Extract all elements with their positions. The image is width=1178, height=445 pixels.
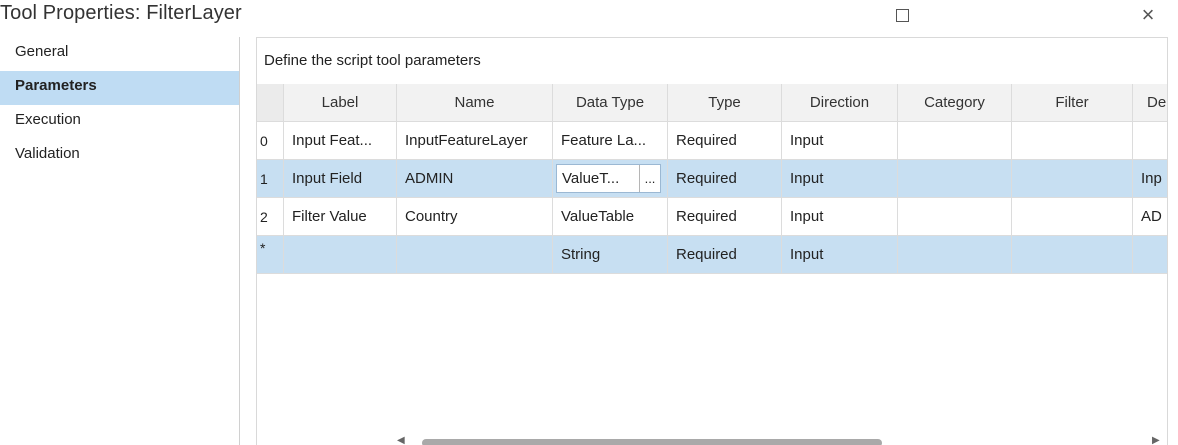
- scroll-left-icon[interactable]: ◀: [397, 435, 405, 445]
- cell-direction[interactable]: Input: [782, 122, 898, 159]
- sidebar-item-parameters[interactable]: Parameters: [0, 71, 239, 105]
- cell-data-type[interactable]: ValueT... ...: [553, 160, 668, 197]
- data-type-value: ValueT...: [562, 170, 620, 187]
- close-icon: ×: [1141, 2, 1155, 27]
- cell-data-type[interactable]: ValueTable: [553, 198, 668, 235]
- panel-description: Define the script tool parameters: [264, 52, 481, 69]
- maximize-icon: [895, 8, 909, 22]
- cell-label[interactable]: Input Feat...: [284, 122, 397, 159]
- cell-filter[interactable]: [1012, 122, 1133, 159]
- window-title: Tool Properties: FilterLayer: [0, 2, 242, 24]
- column-header-name[interactable]: Name: [397, 84, 553, 121]
- cell-name[interactable]: [397, 236, 553, 273]
- cell-filter[interactable]: [1012, 160, 1133, 197]
- table-row-new[interactable]: * String Required Input: [257, 236, 1167, 274]
- data-type-browse-button[interactable]: ...: [639, 165, 660, 192]
- sidebar-item-general[interactable]: General: [0, 37, 239, 71]
- data-type-editor[interactable]: ValueT... ...: [556, 164, 661, 193]
- cell-category[interactable]: [898, 122, 1012, 159]
- cell-direction[interactable]: Input: [782, 160, 898, 197]
- cell-name[interactable]: InputFeatureLayer: [397, 122, 553, 159]
- cell-category[interactable]: [898, 236, 1012, 273]
- cell-dependency[interactable]: Inp: [1133, 160, 1167, 197]
- sidebar-item-validation[interactable]: Validation: [0, 139, 239, 173]
- row-index: 0: [257, 122, 284, 159]
- title-bar: Tool Properties: FilterLayer ×: [0, 0, 1178, 32]
- table-row[interactable]: 2 Filter Value Country ValueTable Requir…: [257, 198, 1167, 236]
- column-header-index: [257, 84, 284, 121]
- column-header-data-type[interactable]: Data Type: [553, 84, 668, 121]
- column-header-label[interactable]: Label: [284, 84, 397, 121]
- row-index: 2: [257, 198, 284, 235]
- cell-dependency[interactable]: [1133, 236, 1167, 273]
- cell-filter[interactable]: [1012, 198, 1133, 235]
- cell-category[interactable]: [898, 160, 1012, 197]
- sidebar: General Parameters Execution Validation: [0, 37, 240, 445]
- maximize-button[interactable]: [882, 0, 922, 30]
- scrollbar-thumb[interactable]: [422, 439, 882, 445]
- cell-category[interactable]: [898, 198, 1012, 235]
- parameters-panel: Define the script tool parameters Label …: [256, 37, 1168, 445]
- cell-name[interactable]: ADMIN: [397, 160, 553, 197]
- cell-label[interactable]: Filter Value: [284, 198, 397, 235]
- cell-direction[interactable]: Input: [782, 236, 898, 273]
- column-header-direction[interactable]: Direction: [782, 84, 898, 121]
- cell-label[interactable]: [284, 236, 397, 273]
- parameters-table: Label Name Data Type Type Direction Cate…: [257, 84, 1167, 274]
- cell-type[interactable]: Required: [668, 160, 782, 197]
- column-header-dependency[interactable]: Der: [1133, 84, 1167, 121]
- cell-dependency[interactable]: [1133, 122, 1167, 159]
- scroll-right-icon[interactable]: ▶: [1152, 435, 1160, 445]
- horizontal-scrollbar[interactable]: ◀ ▶: [397, 435, 1163, 445]
- row-index: *: [257, 236, 284, 273]
- cell-filter[interactable]: [1012, 236, 1133, 273]
- cell-direction[interactable]: Input: [782, 198, 898, 235]
- column-header-category[interactable]: Category: [898, 84, 1012, 121]
- table-row[interactable]: 1 Input Field ADMIN ValueT... ... Requir…: [257, 160, 1167, 198]
- cell-dependency[interactable]: AD: [1133, 198, 1167, 235]
- cell-label[interactable]: Input Field: [284, 160, 397, 197]
- table-row[interactable]: 0 Input Feat... InputFeatureLayer Featur…: [257, 122, 1167, 160]
- cell-type[interactable]: Required: [668, 236, 782, 273]
- sidebar-item-execution[interactable]: Execution: [0, 105, 239, 139]
- table-header: Label Name Data Type Type Direction Cate…: [257, 84, 1167, 122]
- row-index: 1: [257, 160, 284, 197]
- cell-data-type[interactable]: Feature La...: [553, 122, 668, 159]
- column-header-type[interactable]: Type: [668, 84, 782, 121]
- cell-name[interactable]: Country: [397, 198, 553, 235]
- cell-type[interactable]: Required: [668, 198, 782, 235]
- close-button[interactable]: ×: [1128, 0, 1168, 30]
- cell-data-type[interactable]: String: [553, 236, 668, 273]
- column-header-filter[interactable]: Filter: [1012, 84, 1133, 121]
- cell-type[interactable]: Required: [668, 122, 782, 159]
